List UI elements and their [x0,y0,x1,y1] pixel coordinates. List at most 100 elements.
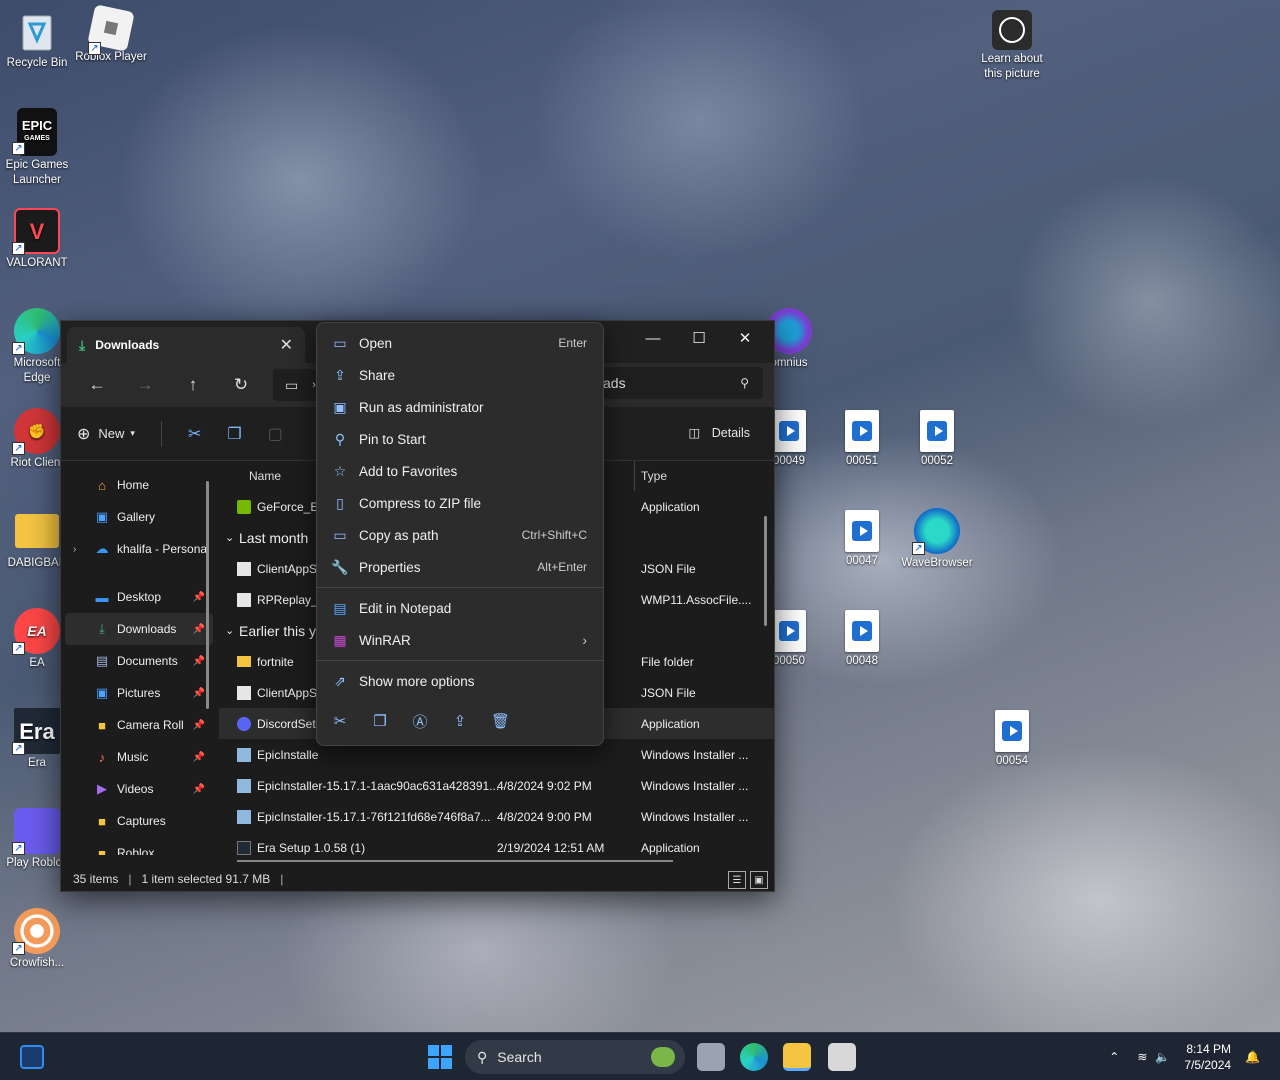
sidebar-item-captures[interactable]: ■ Captures [61,805,217,837]
widgets-icon[interactable] [20,1045,44,1069]
table-row[interactable]: EpicInstaller-15.17.1-1aac90ac631a428391… [219,770,774,801]
download-arrow-icon: ⤓ [79,336,86,353]
desktop-icon-label: 00051 [846,455,878,467]
desktop-icon-00051[interactable]: 00051 [825,410,899,469]
sidebar-item-downloads[interactable]: ⤓ Downloads 📌 [65,613,213,645]
search-input[interactable]: ads ⚲ [603,367,763,399]
shortcut-arrow-icon: ↗ [12,442,25,455]
sidebar-item-pictures[interactable]: ▣ Pictures 📌 [61,677,217,709]
context-menu: ▭ Open Enter ⇪ Share ▣ Run as administrator … [316,322,604,746]
start-button[interactable] [428,1045,452,1069]
file-explorer-taskbar-icon[interactable] [783,1043,811,1071]
edge-taskbar-icon[interactable] [740,1043,768,1071]
details-view-icon[interactable]: ☰ [728,871,746,889]
video-file-icon [772,610,806,652]
menu-item-label: Share [359,367,396,383]
menu-item-properties[interactable]: 🔧 Properties Alt+Enter [317,551,603,583]
desktop-icon-00047[interactable]: 00047 [825,510,899,569]
maximize-icon[interactable]: ☐ [676,325,722,351]
file-date: 4/8/2024 9:00 PM [497,809,592,824]
menu-item-winrar[interactable]: ▦ WinRAR › [317,624,603,656]
file-type: Windows Installer ... [641,809,749,824]
sidebar-item-label: khalifa - Personal [117,542,210,556]
desktop-icon-00052[interactable]: 00052 [900,410,974,469]
chevron-up-icon[interactable]: ⌃ [1109,1050,1119,1064]
pin-icon: 📌 [192,687,205,699]
details-button[interactable]: ◫ Details [688,425,750,440]
desktop-icon-roblox-player[interactable]: ↗ Roblox Player [74,4,148,65]
sidebar-scrollbar[interactable] [206,481,209,709]
menu-item-edit-in-notepad[interactable]: ▤ Edit in Notepad [317,592,603,624]
tiles-view-icon[interactable]: ▣ [750,871,768,889]
up-arrow-icon[interactable]: ↑ [169,375,217,395]
sidebar-item-home[interactable]: ⌂ Home [61,469,217,501]
desktop-icon-valorant[interactable]: V ↗ VALORANT [0,208,74,271]
file-type: Windows Installer ... [641,778,749,793]
tab-downloads[interactable]: ⤓ Downloads ✕ [67,327,305,363]
menu-item-copy-as-path[interactable]: ▭ Copy as path Ctrl+Shift+C [317,519,603,551]
desktop-icon-00054[interactable]: 00054 [975,710,1049,769]
task-view-icon[interactable] [697,1043,725,1071]
delete-icon[interactable]: 🗑 [491,712,510,730]
menu-item-add-to-favorites[interactable]: ☆ Add to Favorites [317,455,603,487]
file-list-scrollbar[interactable] [764,516,767,626]
file-type: File folder [641,654,694,669]
folder-icon [15,514,59,548]
start-logo-pane [428,1058,439,1069]
app-taskbar-icon[interactable] [828,1043,856,1071]
wifi-icon[interactable]: ≋ [1137,1050,1147,1064]
copy-icon[interactable]: ❐ [227,424,241,444]
menu-item-label: Show more options [359,673,475,689]
menu-item-open[interactable]: ▭ Open Enter [317,327,603,359]
sidebar-item-onedrive[interactable]: › ☁ khalifa - Personal [61,533,217,565]
desktop-icon-recycle-bin[interactable]: Recycle Bin [0,8,74,71]
table-row[interactable]: Era Setup 1.0.58 (1) 2/19/2024 12:51 AM … [219,832,774,855]
cut-icon[interactable]: ✂ [331,712,349,730]
cut-icon[interactable]: ✂ [188,424,201,444]
navigation-pane: ⌂ Home ▣ Gallery › ☁ khalifa - Personal ▬ Des… [61,461,217,855]
close-tab-icon[interactable]: ✕ [280,335,293,355]
rename-icon[interactable]: Ⓐ [411,711,429,732]
menu-item-compress-zip[interactable]: ▯ Compress to ZIP file [317,487,603,519]
sidebar-item-videos[interactable]: ▶ Videos 📌 [61,773,217,805]
new-button[interactable]: ⊕ New ▾ [77,424,135,444]
close-icon[interactable]: ✕ [722,325,768,351]
clock[interactable]: 8:14 PM 7/5/2024 [1184,1041,1231,1073]
paste-icon[interactable]: ▢ [268,424,283,444]
desktop-icon-learn-about-picture[interactable]: Learn about this picture [975,10,1049,82]
forward-arrow-icon[interactable]: → [121,375,169,395]
share-icon[interactable]: ⇪ [451,712,469,730]
notification-bell-icon[interactable]: 🔔 [1245,1050,1260,1064]
desktop-icon-wavebrowser[interactable]: ↗ WaveBrowser [900,508,974,571]
details-label: Details [711,426,750,440]
column-header-type[interactable]: Type [641,469,667,483]
minimize-icon[interactable]: — [630,325,676,351]
menu-item-pin-to-start[interactable]: ⚲ Pin to Start [317,423,603,455]
taskbar: ⚲ Search ⌃ ≋ 🔈 8:14 PM 7/5/2024 🔔 [0,1032,1280,1080]
sidebar-item-gallery[interactable]: ▣ Gallery [61,501,217,533]
menu-item-show-more-options[interactable]: ⇗ Show more options [317,665,603,697]
wrench-icon: 🔧 [331,558,349,575]
menu-item-share[interactable]: ⇪ Share [317,359,603,391]
horizontal-scrollbar[interactable] [237,860,673,862]
back-arrow-icon[interactable]: ← [73,375,121,395]
sidebar-item-documents[interactable]: ▤ Documents 📌 [61,645,217,677]
menu-item-label: Pin to Start [359,431,426,447]
sidebar-item-roblox[interactable]: ■ Roblox [61,837,217,856]
desktop-icon-00048[interactable]: 00048 [825,610,899,669]
refresh-icon[interactable]: ↻ [217,375,265,395]
document-icon [237,561,251,576]
copy-icon[interactable]: ❐ [371,712,389,730]
menu-item-run-as-admin[interactable]: ▣ Run as administrator [317,391,603,423]
chevron-right-icon: › [582,632,587,648]
column-header-name[interactable]: Name [249,469,281,483]
sidebar-item-camera-roll[interactable]: ■ Camera Roll 📌 [61,709,217,741]
volume-icon[interactable]: 🔈 [1155,1050,1170,1064]
shortcut-arrow-icon: ↗ [12,142,25,155]
sidebar-item-music[interactable]: ♪ Music 📌 [61,741,217,773]
desktop-icon-crowfish[interactable]: ↗ Crowfish... [0,908,74,971]
sidebar-item-desktop[interactable]: ▬ Desktop 📌 [61,581,217,613]
desktop-icon-epic-games[interactable]: EPIC GAMES ↗ Epic Games Launcher [0,108,74,188]
table-row[interactable]: EpicInstaller-15.17.1-76f121fd68e746f8a7… [219,801,774,832]
taskbar-search[interactable]: ⚲ Search [465,1040,685,1074]
